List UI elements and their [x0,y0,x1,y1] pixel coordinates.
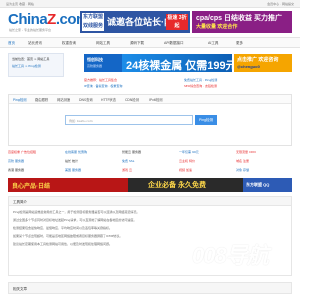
related-title: 相关文章 [13,287,27,291]
secondary-banner-row: 当前位置：首页 > 网站工具 站长工具 > Ping检测 恒创科技 高防服务器 … [8,53,292,77]
grid-link[interactable]: 高防 服务器 [8,159,63,163]
grid-link[interactable]: 游戏 云 [122,168,177,172]
link-grid: 百度权重 广告位招租 在线客服 优惠购 智能云 服务器 一年仅需 99元 无限流量 CD… [8,149,292,176]
banner-ad-baremetal[interactable]: 24核裸金属 仅需199元 [122,54,232,72]
topbar-right-links[interactable]: 会员中心 · 网站提交 [267,2,294,6]
tab-ipv6[interactable]: IPv6检测 [149,97,163,102]
ping-submit-button[interactable]: Ping检测 [195,115,217,125]
top-bar: 设为主页 收藏 · 网站 会员中心 · 网站提交 [0,0,300,8]
nav-item-more[interactable]: 更多 [236,41,243,46]
grid-link[interactable]: 无限流量 CDN [236,150,291,154]
ad-badge: 极速 3折起 [166,14,188,30]
ad-sub-label: @chenguo0 [237,64,260,69]
grid-link[interactable]: 云主机 特价 [179,159,234,163]
intro-line: 通过全国多个节点同时对目标地址发起Ping请求，可以直观地了解网站在各地区的访问… [13,218,137,222]
domain-search-input[interactable]: 例如: baidu.com [65,115,193,125]
notice-links: 官方推荐：站长工具集合 免费站长工具 · Ping检测 IP查询 · 备案查询 … [84,76,294,90]
breadcrumb-current[interactable]: 站长工具 > Ping检测 [12,64,41,68]
intro-line: Ping检测是网站运维最常用的工具之一，用于检测目标服务器是否可以连通以及网络延… [13,210,140,214]
ad-sub-label: 高防服务器 [87,64,103,68]
main-nav: 首页 站长资讯 权重查询 网站工具 源码下载 API数据接口 AI工具 更多 [0,37,300,48]
grid-link[interactable]: 站长 统计 [65,159,120,163]
grid-link[interactable]: 一年仅需 99元 [179,150,234,154]
tab-traceroute[interactable]: 路由跟踪 [35,97,48,102]
ad-main-label: 24核裸金属 仅需199元 [126,60,232,72]
search-placeholder: 例如: baidu.com [69,119,93,123]
ad-main-label: 恒创科技 [87,57,103,62]
banner-ad-cpa[interactable]: cpa/cps 日结收益 买力推广 大量收量 欢迎合作 [192,11,292,33]
watermark: 008导航 [192,238,300,268]
grid-link[interactable]: 对象 存储 [236,168,291,172]
site-logo[interactable]: ChinaZ.com 站长之家 - 专业的站长服务平台 [8,11,89,33]
breadcrumb: 当前位置：首页 > 网站工具 站长工具 > Ping检测 [8,53,64,77]
banner-ad-hosting[interactable]: 东方联盟 双线服务 诚邀各位站长·内存 极速 3折起 [80,11,190,33]
ad-main-label: 点击推广 欢迎咨询 [237,57,279,63]
grid-link[interactable]: 香港 服务器 [8,168,63,172]
tab-speedtest[interactable]: 网站测速 [57,97,70,102]
tab-dns[interactable]: DNS查询 [79,97,93,102]
related-articles-header: 相关文章 [8,282,292,294]
ad-mid-label: 企业必备 永久免费 [148,182,206,189]
nav-item-weight[interactable]: 权重查询 [62,41,76,46]
grid-link[interactable]: 美国 服务器 [65,168,120,172]
notice-link[interactable]: IP查询 · 备案查询 · 权重查询 [84,84,122,88]
nav-item-source[interactable]: 源码下载 [130,41,144,46]
grid-link[interactable]: 百度权重 广告位招租 [8,150,63,154]
watermark-text: 008导航 [192,243,269,268]
notice-link[interactable]: 免费站长工具 · Ping检测 [184,78,217,82]
topbar-left-links[interactable]: 设为主页 收藏 · 网站 [6,2,34,6]
grid-link[interactable]: 在线客服 优惠购 [65,150,120,154]
logo-wordmark-a: China [8,11,48,28]
notice-link[interactable]: SEO综合查询 · 友链检测 [184,84,217,88]
ad-left-label: 良心产品·日结 [12,184,50,190]
tool-tabs: Ping检测 路由跟踪 网站测速 DNS查询 HTTP状态 CDN检测 IPv6… [9,95,291,104]
tab-ping[interactable]: Ping检测 [13,97,27,102]
nav-item-ai[interactable]: AI工具 [208,41,218,46]
banner-ad-hengchuang[interactable]: 恒创科技 高防服务器 [84,54,122,72]
banner-ad-promo[interactable]: 点击推广 欢迎咨询 @chenguo0 [234,54,292,72]
tab-http[interactable]: HTTP状态 [101,97,116,102]
ad-sub-label: 大量收量 欢迎合作 [196,24,238,30]
grid-link[interactable]: 域名 注册 [236,159,291,163]
intro-title: 工具简介 [13,200,27,204]
nav-item-home[interactable]: 首页 [8,41,15,46]
logo-subtitle: 站长之家 - 专业的站长服务平台 [9,28,51,32]
ad-right-label: 东方联盟 QQ [246,182,270,187]
tab-cdn[interactable]: CDN检测 [125,97,139,102]
breadcrumb-line: 当前位置：首页 > 网站工具 [12,57,50,61]
tool-panel: Ping检测 路由跟踪 网站测速 DNS查询 HTTP状态 CDN检测 IPv6… [8,94,292,146]
intro-line: 检测结果包含最快响应、最慢响应、平均响应时间以及丢包率等关键指标。 [13,226,113,230]
grid-link[interactable]: 智能云 服务器 [122,150,177,154]
nav-item-news[interactable]: 站长资讯 [28,41,42,46]
notice-link[interactable]: 官方推荐：站长工具集合 [84,78,117,82]
ad-side-label: 东方联盟 双线服务 [82,13,104,31]
nav-item-tools[interactable]: 网站工具 [96,41,110,46]
grid-link[interactable]: 视频 加速 [179,168,234,172]
grid-link[interactable]: 免费 SSL [122,159,177,163]
wide-banner-ad[interactable]: 良心产品·日结 企业必备 永久免费 东方联盟 QQ [8,178,292,192]
logo-wordmark-b: Z [47,11,56,28]
ad-main-label: cpa/cps 日结收益 买力推广 [196,15,282,22]
nav-item-api[interactable]: API数据接口 [164,41,184,46]
